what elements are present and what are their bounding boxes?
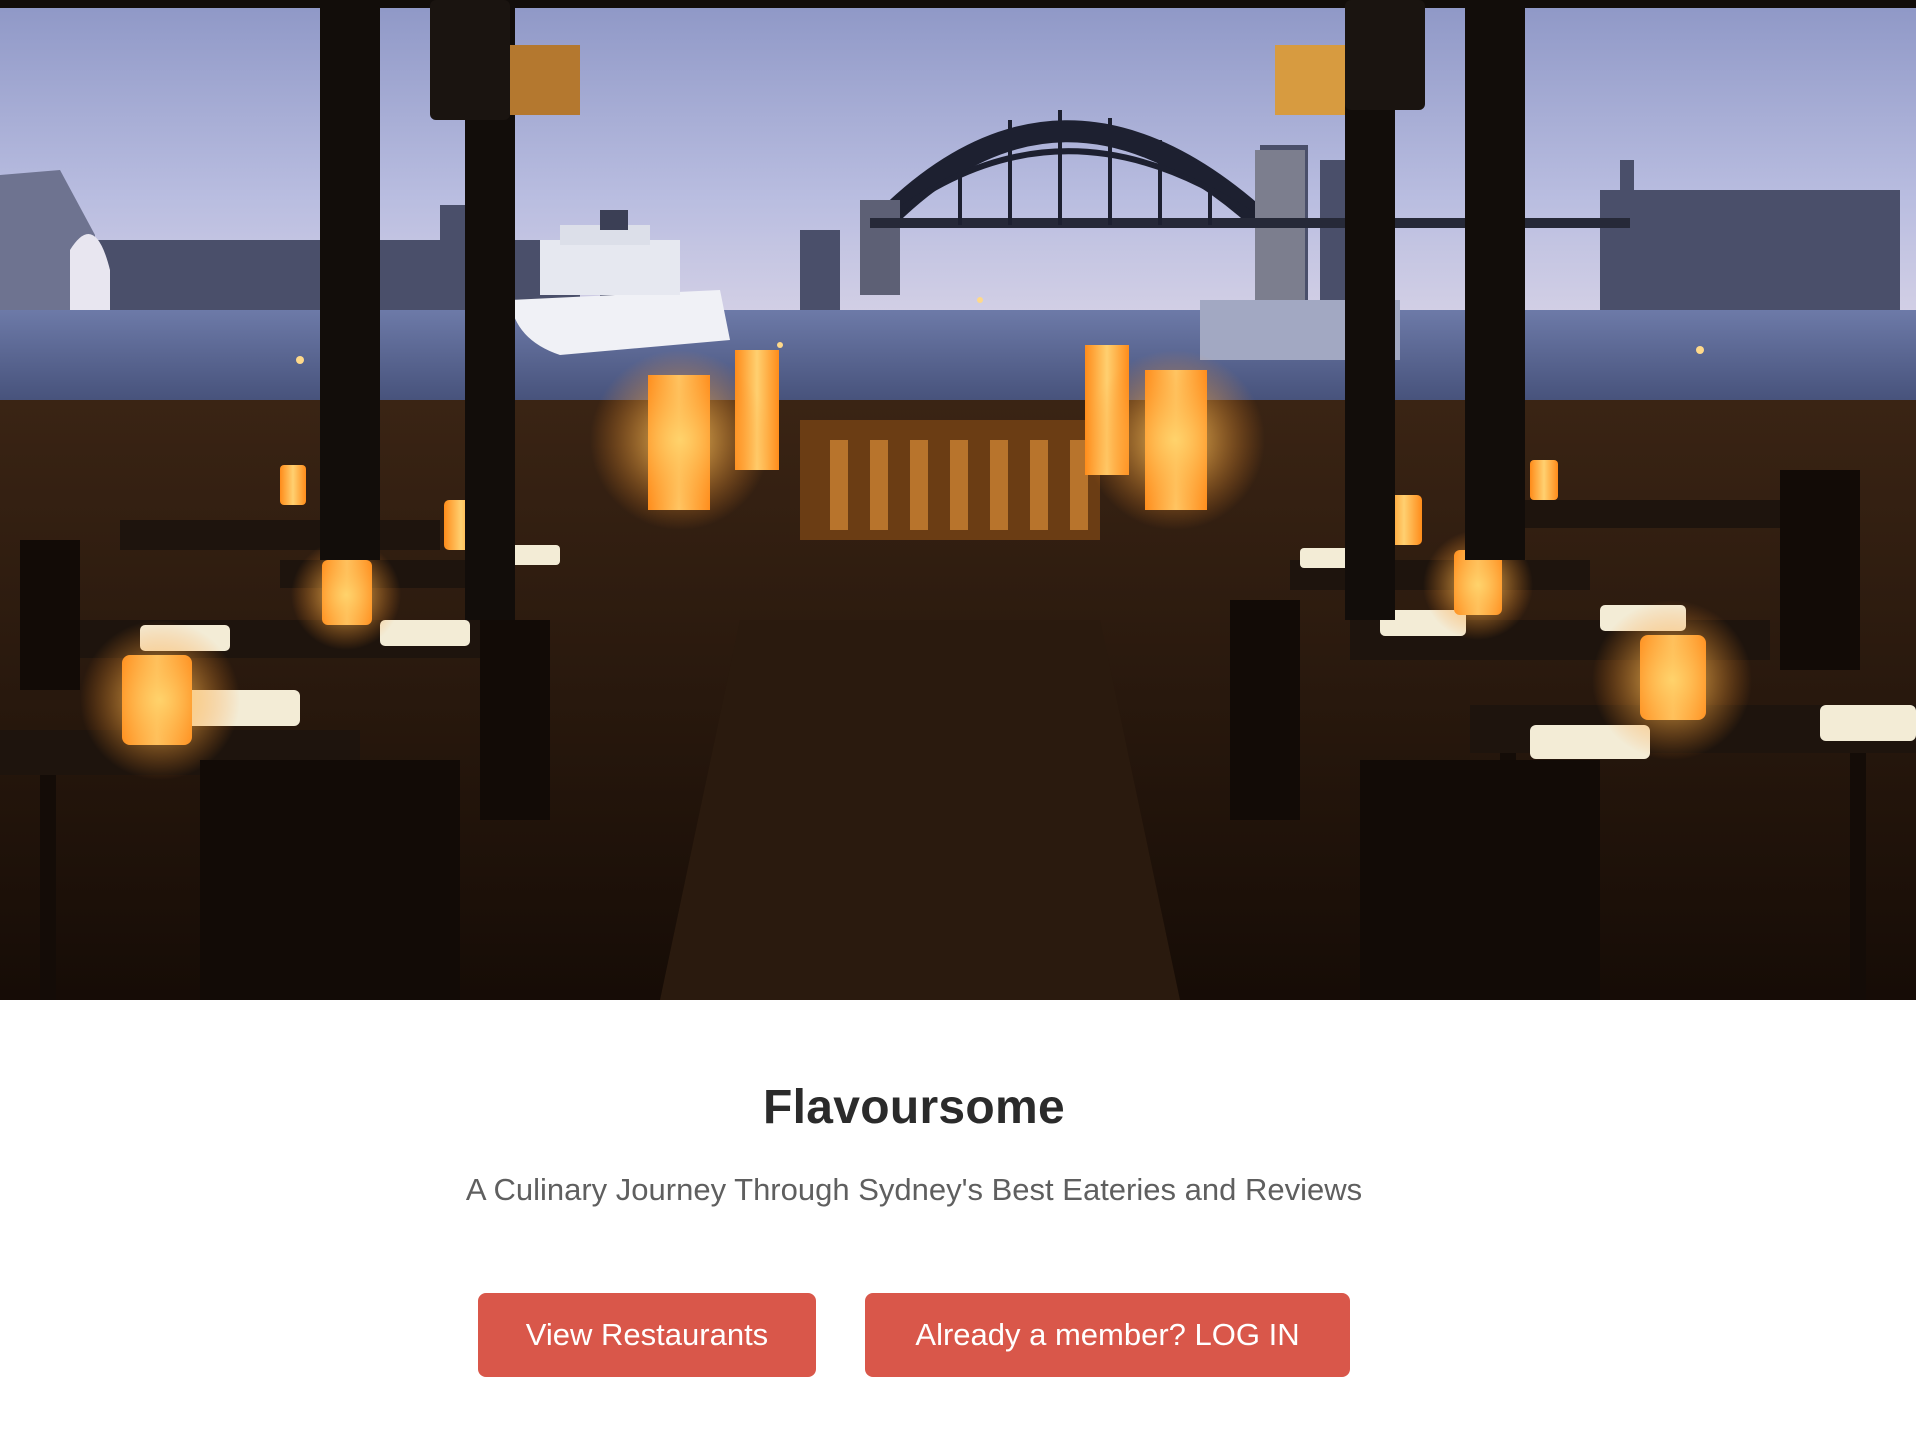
login-button[interactable]: Already a member? LOG IN	[865, 1293, 1350, 1377]
view-restaurants-button[interactable]: View Restaurants	[478, 1293, 816, 1377]
hero-image	[0, 0, 1916, 1000]
hero-content: Flavoursome A Culinary Journey Through S…	[0, 1000, 1916, 1444]
page-title: Flavoursome	[762, 1081, 1066, 1134]
page-subtitle: A Culinary Journey Through Sydney's Best…	[465, 1172, 1363, 1207]
landing-page: Flavoursome A Culinary Journey Through S…	[0, 0, 1916, 1444]
restaurant-harbour-illustration	[0, 0, 1916, 1000]
